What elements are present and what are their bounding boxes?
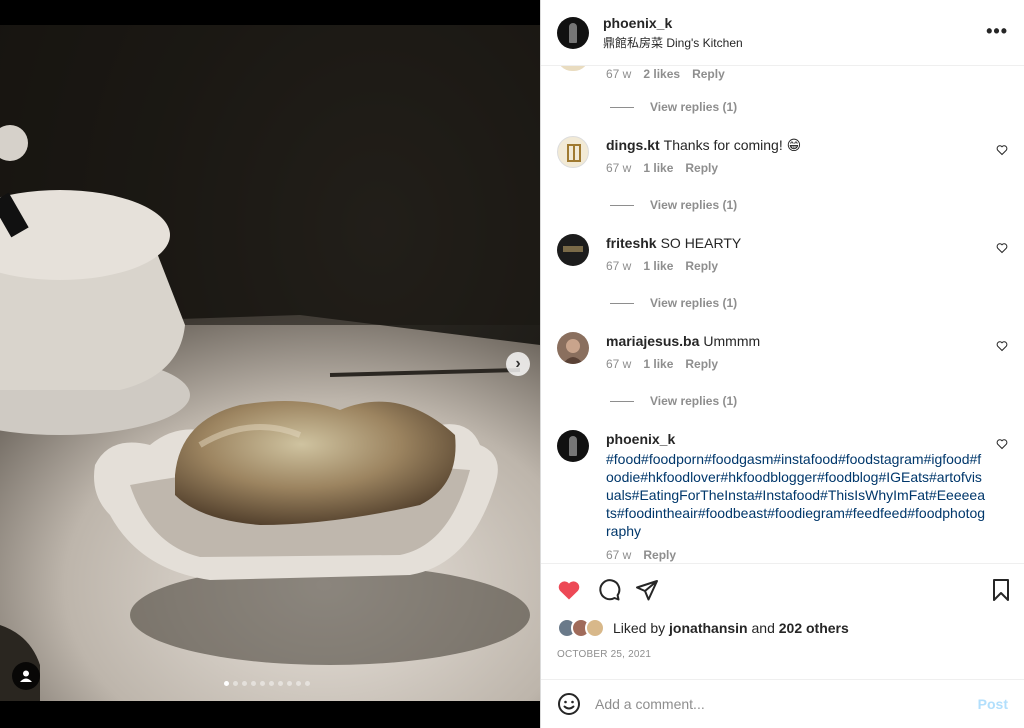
view-replies-button[interactable]: View replies (1) [610, 296, 737, 310]
comment-avatar[interactable] [557, 234, 589, 266]
carousel-dot [287, 681, 292, 686]
reply-button[interactable]: Reply [685, 357, 718, 371]
food-photo-illustration [0, 25, 540, 701]
add-comment-bar: Post [541, 679, 1024, 728]
liker-avatar[interactable] [585, 618, 605, 638]
comment-avatar[interactable] [557, 332, 589, 364]
comment-input[interactable] [595, 696, 978, 712]
comment-item: dings.kt Thanks for coming! 😁 67 w 1 like… [557, 136, 1008, 175]
view-replies-label: View replies (1) [650, 296, 738, 310]
comment-item: friteshk SO HEARTY 67 w 1 like Reply [557, 234, 1008, 273]
more-options-icon[interactable]: ••• [986, 22, 1008, 40]
post-details-panel: phoenix_k 鼎館私房菜 Ding's Kitchen ••• 67 w … [540, 0, 1024, 728]
comment-age: 67 w [606, 357, 632, 371]
comment-username[interactable]: mariajesus.ba [606, 333, 699, 349]
save-bookmark-icon[interactable] [989, 578, 1013, 602]
comment-likes-count[interactable]: 1 like [643, 357, 673, 371]
carousel-dot [224, 681, 229, 686]
like-heart-filled-icon[interactable] [557, 578, 581, 602]
likes-prefix: Liked by [613, 620, 666, 636]
carousel-dot [251, 681, 256, 686]
chevron-right-icon: › [515, 355, 521, 372]
reply-button[interactable]: Reply [685, 259, 718, 273]
comment-text: Ummmm [703, 333, 761, 349]
comment-meta: 67 w 1 like Reply [606, 357, 1008, 371]
comment-age: 67 w [606, 548, 632, 562]
comment-likes-count[interactable]: 1 like [643, 259, 673, 273]
comments-list[interactable]: 67 w 2 likes Reply View replies (1) ding… [541, 66, 1024, 562]
comment-username[interactable]: friteshk [606, 235, 657, 251]
comment-meta: 67 w Reply [606, 548, 1008, 562]
post-photo[interactable] [0, 25, 540, 701]
carousel-indicators [224, 681, 310, 686]
like-comment-heart-icon[interactable] [996, 242, 1008, 254]
view-replies-button[interactable]: View replies (1) [610, 100, 737, 114]
comment-item: mariajesus.ba Ummmm 67 w 1 like Reply [557, 332, 1008, 371]
post-actions-bar [541, 563, 1024, 613]
carousel-dot [305, 681, 310, 686]
likes-others-link[interactable]: 202 others [779, 620, 849, 636]
like-comment-heart-icon[interactable] [996, 340, 1008, 352]
view-replies-button[interactable]: View replies (1) [610, 394, 737, 408]
post-date[interactable]: OCTOBER 25, 2021 [557, 649, 651, 660]
comment-text: SO HEARTY [660, 235, 742, 251]
next-slide-button[interactable]: › [506, 352, 530, 376]
reply-button[interactable]: Reply [685, 161, 718, 175]
carousel-dot [233, 681, 238, 686]
view-replies-label: View replies (1) [650, 198, 738, 212]
view-replies-label: View replies (1) [650, 394, 738, 408]
like-comment-heart-icon[interactable] [996, 144, 1008, 156]
carousel-dot [242, 681, 247, 686]
like-comment-heart-icon[interactable] [996, 438, 1008, 450]
comment-age: 67 w [606, 259, 632, 273]
tagged-users-button[interactable] [12, 662, 40, 690]
caption-hashtags[interactable]: #food#foodporn#foodgasm#instafood#foodst… [606, 450, 988, 540]
post-location[interactable]: 鼎館私房菜 Ding's Kitchen [603, 34, 743, 51]
emoji-smiley-icon[interactable] [557, 692, 581, 716]
share-paper-plane-icon[interactable] [635, 578, 659, 602]
likes-text: Liked by jonathansin and 202 others [613, 620, 849, 636]
carousel-dot [260, 681, 265, 686]
comment-bubble-icon[interactable] [597, 578, 621, 602]
comment-meta: 67 w 2 likes Reply [606, 67, 725, 81]
comment-likes-count[interactable]: 2 likes [643, 67, 680, 81]
comment-username[interactable]: phoenix_k [606, 431, 675, 447]
carousel-dot [269, 681, 274, 686]
comment-text: Thanks for coming! 😁 [663, 137, 802, 153]
user-icon [20, 670, 32, 682]
author-username[interactable]: phoenix_k [603, 15, 743, 31]
likes-summary: Liked by jonathansin and 202 others [557, 618, 849, 638]
view-replies-button[interactable]: View replies (1) [610, 198, 737, 212]
author-avatar[interactable] [557, 16, 589, 49]
comment-username[interactable]: dings.kt [606, 137, 660, 153]
comment-age: 67 w [606, 67, 632, 81]
post-header: phoenix_k 鼎館私房菜 Ding's Kitchen ••• [541, 0, 1024, 66]
caption-item: phoenix_k #food#foodporn#foodgasm#instaf… [557, 430, 1008, 562]
comment-avatar[interactable] [557, 66, 589, 71]
comment-meta: 67 w 1 like Reply [606, 161, 1008, 175]
reply-button[interactable]: Reply [643, 548, 676, 562]
photo-pane: › [0, 0, 540, 728]
comment-meta: 67 w 1 like Reply [606, 259, 1008, 273]
carousel-dot [296, 681, 301, 686]
liker-username-link[interactable]: jonathansin [669, 620, 748, 636]
comment-age: 67 w [606, 161, 632, 175]
view-replies-label: View replies (1) [650, 100, 738, 114]
comment-avatar[interactable] [557, 430, 589, 462]
comment-likes-count[interactable]: 1 like [643, 161, 673, 175]
likes-and: and [751, 620, 775, 636]
comment-avatar[interactable] [557, 136, 589, 168]
reply-button[interactable]: Reply [692, 67, 725, 81]
carousel-dot [278, 681, 283, 686]
post-comment-button[interactable]: Post [978, 696, 1008, 712]
